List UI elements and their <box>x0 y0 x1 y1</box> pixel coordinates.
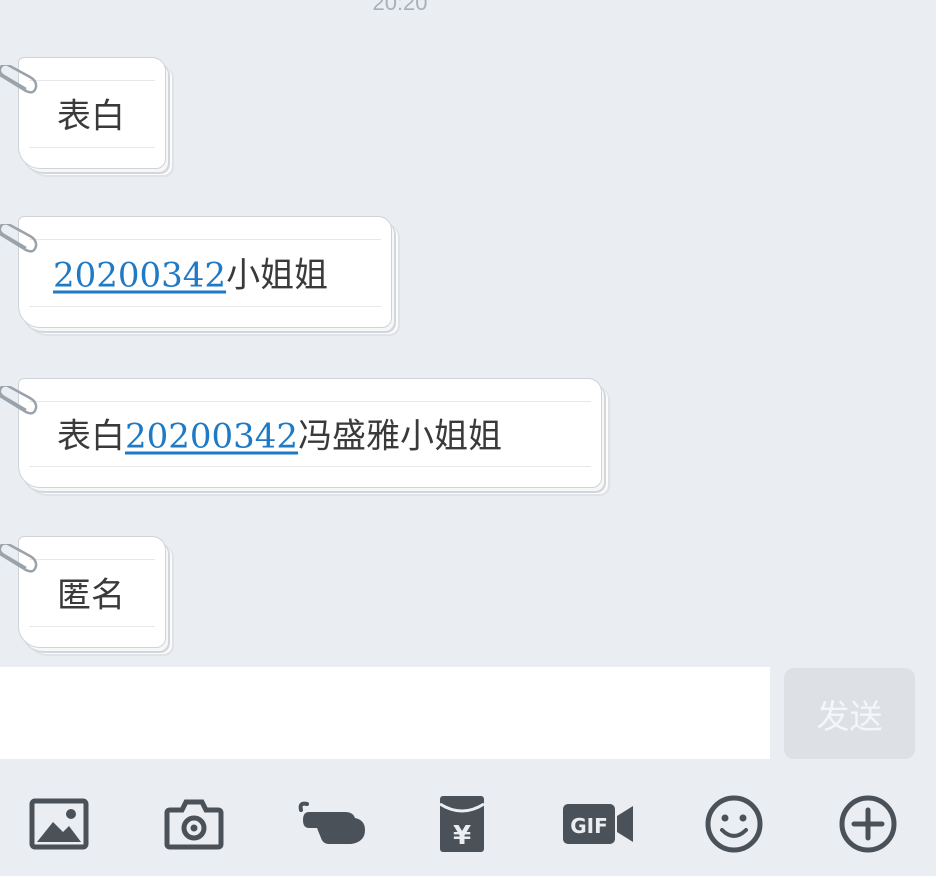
message-bubble[interactable]: 表白20200342冯盛雅小姐姐 <box>0 378 602 488</box>
message-input[interactable] <box>0 667 770 759</box>
gif-label: GIF <box>570 814 608 838</box>
send-button[interactable]: 发送 <box>784 668 915 759</box>
gif-icon[interactable]: GIF <box>560 792 636 856</box>
red-packet-icon[interactable]: ¥ <box>430 792 494 856</box>
mention-link[interactable]: 20200342 <box>53 256 226 296</box>
message-text: 20200342小姐姐 <box>53 255 329 296</box>
poke-icon[interactable] <box>294 792 368 856</box>
camera-icon[interactable] <box>162 792 226 856</box>
image-icon[interactable] <box>27 792 91 856</box>
message-bubble[interactable]: 表白 <box>0 57 166 169</box>
message-bubble[interactable]: 匿名 <box>0 536 166 648</box>
timestamp: 20:20 <box>372 0 428 15</box>
mention-link[interactable]: 20200342 <box>125 417 298 457</box>
message-bubble[interactable]: 20200342小姐姐 <box>0 216 392 328</box>
emoji-icon[interactable] <box>702 792 766 856</box>
plus-icon[interactable] <box>836 792 900 856</box>
message-text: 匿名 <box>57 575 125 616</box>
red-packet-glyph: ¥ <box>453 821 471 851</box>
message-text: 表白20200342冯盛雅小姐姐 <box>57 416 503 457</box>
message-text: 表白 <box>57 96 125 137</box>
